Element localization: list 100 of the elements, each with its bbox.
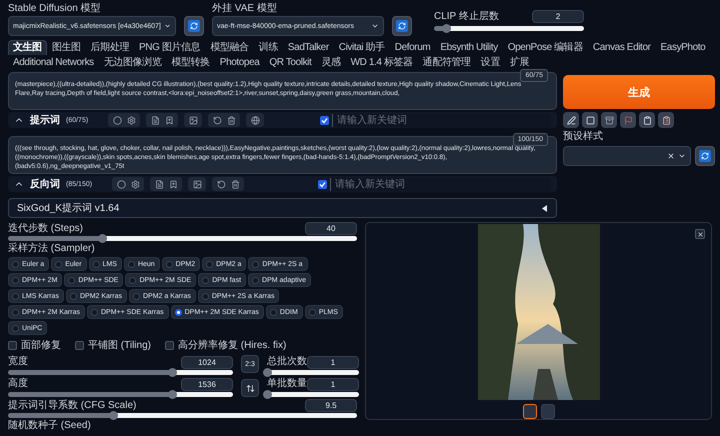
tab[interactable]: 模型融合 [205,40,254,55]
tab[interactable]: OpenPose 编辑器 [502,40,588,55]
sampler-label: 采样方法 (Sampler) [8,243,96,255]
number-field[interactable]: 1 [307,378,359,390]
square-icon[interactable] [582,112,598,128]
tab[interactable]: 后期处理 [86,40,134,55]
cfg-slider[interactable] [8,413,357,418]
settings-icon[interactable] [129,178,142,190]
slider-thumb[interactable] [263,368,272,376]
setting-label: Stable Diffusion 模型 [8,3,102,15]
number-field[interactable]: 40 [305,222,357,235]
clip-slider[interactable] [434,26,584,31]
clipboard-list-icon[interactable] [658,112,674,128]
accordion-title: SixGod_K提示词 v1.64 [17,202,120,215]
tab[interactable]: 通配符管理 [418,55,476,70]
styles-label: 预设样式 [563,131,604,143]
seed-label: 随机数种子 (Seed) [8,420,92,432]
slider-thumb[interactable] [98,234,108,243]
slider-label: 宽度 [8,356,28,368]
tab[interactable]: Ebsynth Utility [435,40,503,55]
prompt-field[interactable] [8,136,557,174]
flag-icon[interactable] [620,112,636,128]
tab[interactable]: QR Toolkit [264,55,316,70]
tab[interactable]: 文生图 [8,40,47,55]
option-checkbox[interactable]: 高分辨率修复 (Hires. fix) [164,338,286,352]
thumbnail[interactable] [540,404,554,419]
refresh-button[interactable] [184,16,204,36]
tab[interactable]: Canvas Editor [588,40,656,55]
prompt-label: 反向词 [30,178,60,191]
tab[interactable]: SadTalker [282,40,334,55]
swap-button[interactable] [241,379,259,397]
refresh-icon [398,22,406,30]
number-field[interactable]: 1024 [181,356,233,368]
archive-icon[interactable] [601,112,617,128]
slider-thumb[interactable] [108,411,118,420]
prompt-field[interactable] [8,72,557,110]
slider-label: 提示词引导系数 (CFG Scale) [8,400,136,412]
undo-icon[interactable] [215,178,228,190]
trash-icon[interactable] [225,114,238,126]
undo-icon[interactable] [211,114,224,126]
tab[interactable]: 图生图 [46,40,86,55]
tab[interactable]: Deforum [390,40,436,55]
refresh-button[interactable] [695,146,715,166]
tab[interactable]: 设置 [476,55,505,70]
tab[interactable]: 训练 [254,40,283,55]
caret-icon [678,152,686,160]
slider-thumb[interactable] [168,368,178,376]
swap-icon [246,384,254,392]
caret-icon [371,22,379,30]
keyword-field[interactable]: 请输入新关键词 [332,114,551,126]
number-field[interactable]: 9.5 [305,399,357,412]
steps-slider[interactable] [8,236,357,241]
tab[interactable]: Civitai 助手 [334,40,390,55]
circle-icon[interactable] [111,114,124,126]
circle-icon[interactable] [115,178,128,190]
image-icon[interactable] [187,114,200,126]
tab[interactable]: 模型转换 [166,55,215,70]
thumbnail[interactable] [522,404,536,419]
trash-icon[interactable] [229,178,242,190]
caret-icon [164,22,171,30]
document-icon[interactable] [149,114,162,126]
tab[interactable]: 灵感 [316,55,346,70]
height-slider[interactable] [8,392,233,396]
clipboard-icon[interactable] [639,112,655,128]
width-slider[interactable] [8,370,233,374]
close-icon [696,230,704,238]
tab[interactable]: PNG 图片信息 [134,40,206,55]
slider-thumb[interactable] [442,24,451,33]
refresh-icon [701,152,709,160]
document-icon[interactable] [153,178,166,190]
image-icon[interactable] [191,178,204,190]
extension-accordion[interactable]: SixGod_K提示词 v1.64 [8,198,557,218]
refresh-icon [190,22,198,30]
tab[interactable]: Additional Networks [8,55,99,70]
prompt-label: 提示词 [30,114,60,127]
slider-label: 迭代步数 (Steps) [8,222,84,234]
slider-label: 高度 [8,378,28,390]
tab[interactable]: WD 1.4 标签器 [346,55,418,70]
option-checkbox[interactable]: 平铺图 (Tiling) [75,338,151,352]
checkbox[interactable] [320,116,330,124]
pen-icon[interactable] [563,112,579,128]
globe-icon[interactable] [249,114,262,126]
number-field[interactable]: 1 [307,356,359,368]
clear-icon[interactable] [667,152,675,160]
tab[interactable]: 无边图像浏览 [98,55,166,70]
slider-thumb[interactable] [168,390,178,398]
setting-label: 外挂 VAE 模型 [212,3,278,15]
slider-thumb[interactable] [263,390,272,398]
settings-icon[interactable] [125,114,138,126]
option-checkbox[interactable]: 面部修复 [8,338,61,352]
refresh-button[interactable] [392,16,412,36]
close-button[interactable] [695,229,705,239]
keyword-field[interactable]: 请输入新关键词 [330,178,551,190]
number-field[interactable]: 1536 [181,378,233,390]
tab[interactable]: EasyPhoto [656,40,710,55]
number-field[interactable]: 2 [532,10,584,23]
setting-label: CLIP 终止层数 [434,10,499,22]
tab[interactable]: 扩展 [504,55,534,70]
tab[interactable]: Photopea [214,55,264,70]
checkbox[interactable] [318,180,328,188]
